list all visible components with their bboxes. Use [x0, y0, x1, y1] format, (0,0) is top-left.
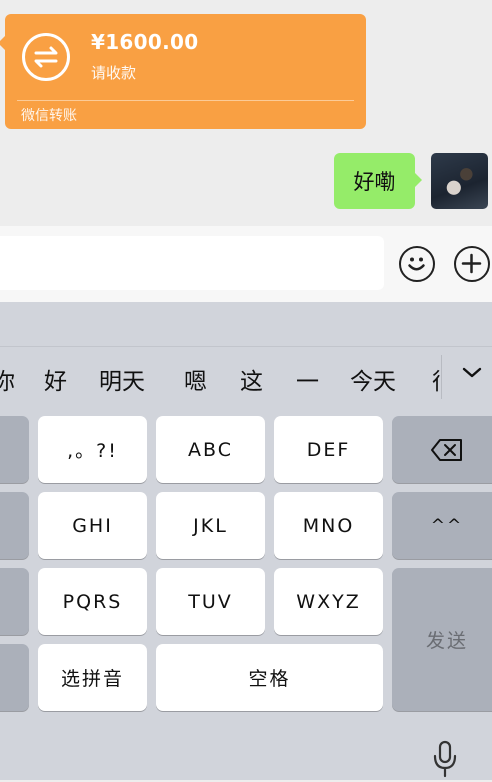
backspace-key[interactable]	[392, 416, 492, 483]
candidate-word[interactable]: 好	[44, 362, 67, 396]
candidate-word[interactable]: 这	[240, 362, 263, 396]
smile-icon[interactable]	[399, 246, 435, 282]
transfer-divider	[17, 100, 354, 101]
backspace-icon	[431, 438, 462, 461]
key-pqrs[interactable]: PQRS	[38, 568, 147, 635]
key-ghi[interactable]: GHI	[38, 492, 147, 559]
key-wxyz[interactable]: WXYZ	[274, 568, 383, 635]
candidate-divider	[441, 355, 442, 399]
transfer-card[interactable]: ¥1600.00 请收款 微信转账	[0, 14, 366, 129]
transfer-source: 微信转账	[21, 108, 77, 124]
candidate-word[interactable]: 今天	[350, 362, 396, 396]
key-select-pinyin[interactable]: 选拼音	[38, 644, 147, 711]
plus-circle-icon[interactable]	[454, 246, 490, 282]
candidate-bar: 你 好 明天 嗯 这 一 今天 很	[0, 346, 492, 407]
space-key[interactable]: 空格	[156, 644, 383, 711]
key-def[interactable]: DEF	[274, 416, 383, 483]
key-tuv[interactable]: TUV	[156, 568, 265, 635]
left-function-key[interactable]	[0, 568, 29, 635]
keyboard: 你 好 明天 嗯 这 一 今天 很 ,。?! ABC DEF GHI JKL M…	[0, 302, 492, 780]
message-input[interactable]	[0, 236, 384, 290]
chevron-down-icon[interactable]	[460, 361, 484, 389]
key-punctuation[interactable]: ,。?!	[38, 416, 147, 483]
key-emoticon[interactable]: ^^	[392, 492, 492, 559]
left-function-key[interactable]	[0, 492, 29, 559]
candidate-word[interactable]: 你	[0, 362, 15, 396]
candidate-word[interactable]: 嗯	[184, 362, 207, 396]
candidate-word[interactable]: 很	[432, 362, 440, 396]
left-function-key[interactable]	[0, 416, 29, 483]
key-abc[interactable]: ABC	[156, 416, 265, 483]
candidate-word[interactable]: 一	[296, 362, 319, 396]
left-function-key[interactable]	[0, 644, 29, 711]
microphone-icon[interactable]	[432, 740, 458, 782]
key-jkl[interactable]: JKL	[156, 492, 265, 559]
sent-message[interactable]: 好嘞	[334, 153, 422, 209]
input-bar	[0, 226, 492, 302]
chat-area: ¥1600.00 请收款 微信转账 好嘞	[0, 0, 492, 230]
send-key[interactable]: 发送	[392, 568, 492, 711]
transfer-amount: ¥1600.00	[91, 30, 199, 54]
user-avatar[interactable]	[431, 153, 488, 209]
transfer-status: 请收款	[91, 64, 137, 82]
transfer-icon	[22, 33, 70, 81]
candidate-word[interactable]: 明天	[99, 362, 145, 396]
key-mno[interactable]: MNO	[274, 492, 383, 559]
sent-message-text: 好嘞	[353, 170, 396, 194]
